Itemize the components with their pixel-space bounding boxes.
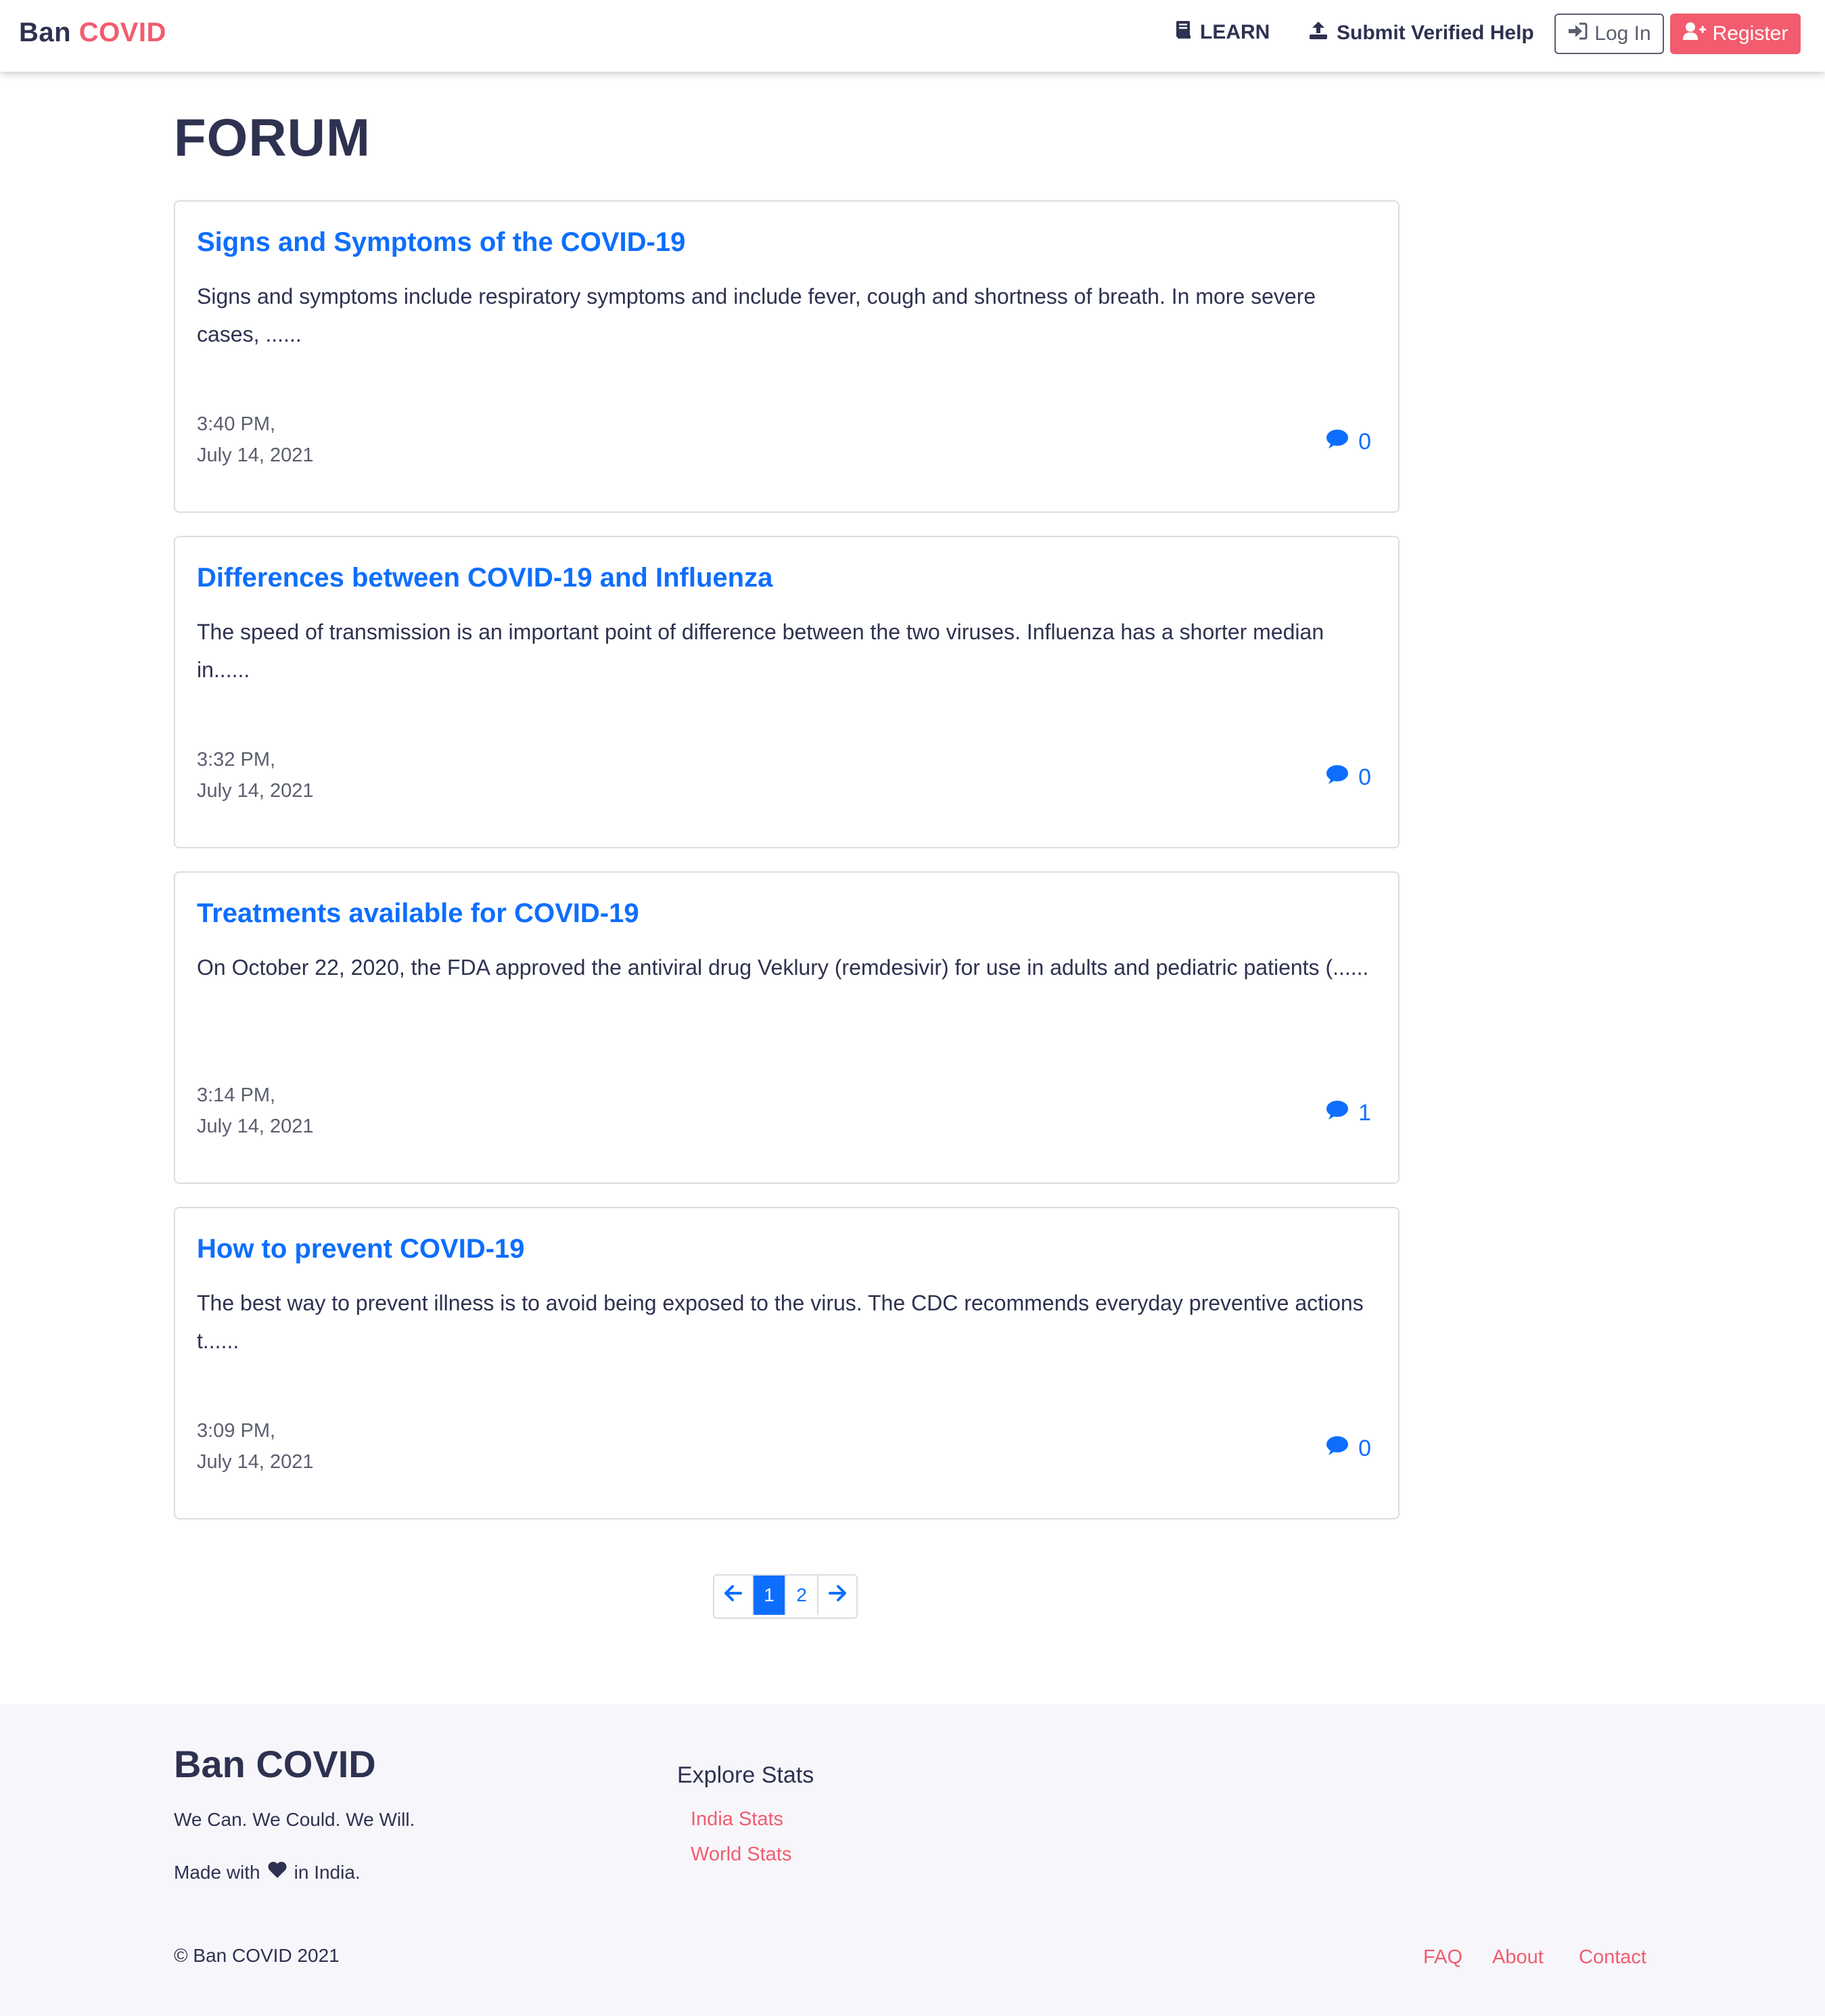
nav-learn-label: LEARN [1200, 21, 1270, 43]
footer-made-with: Made with in India. [174, 1861, 361, 1883]
brand-accent: COVID [78, 18, 166, 47]
brand-logo[interactable]: Ban COVID [19, 18, 166, 48]
post-title-link[interactable]: Signs and Symptoms of the COVID-19 [197, 227, 685, 258]
made-suffix: in India. [294, 1861, 361, 1883]
comment-count-value: 0 [1358, 429, 1371, 455]
post-date: July 14, 2021 [197, 1451, 314, 1473]
heart-icon [267, 1861, 287, 1883]
india-stats-link[interactable]: India Stats [691, 1808, 783, 1831]
page-title: FORUM [174, 108, 371, 167]
forum-post-card: How to prevent COVID-19 The best way to … [174, 1207, 1400, 1519]
comment-count[interactable]: 0 [1326, 1436, 1371, 1462]
faq-link[interactable]: FAQ [1423, 1946, 1462, 1969]
book-icon [1176, 20, 1192, 45]
login-button[interactable]: Log In [1554, 14, 1664, 54]
brand-name: Ban [19, 18, 72, 47]
forum-post-card: Signs and Symptoms of the COVID-19 Signs… [174, 200, 1400, 513]
post-date: July 14, 2021 [197, 1116, 314, 1137]
footer-brand: Ban COVID [174, 1743, 376, 1785]
arrow-right-icon [829, 1584, 846, 1606]
comment-icon [1326, 1100, 1349, 1126]
page-1-button[interactable]: 1 [754, 1576, 786, 1615]
post-date: July 14, 2021 [197, 444, 314, 466]
post-timestamp: 3:40 PM, July 14, 2021 [197, 409, 314, 471]
arrow-left-icon [724, 1584, 742, 1606]
comment-count-value: 1 [1358, 1100, 1371, 1126]
nav-submit-help-link[interactable]: Submit Verified Help [1308, 20, 1534, 46]
pagination: 1 2 [713, 1574, 858, 1619]
next-page-button[interactable] [818, 1576, 856, 1615]
post-time: 3:40 PM, [197, 413, 276, 435]
copyright: © Ban COVID 2021 [174, 1945, 340, 1966]
nav-submit-label: Submit Verified Help [1337, 22, 1534, 44]
post-title-link[interactable]: Treatments available for COVID-19 [197, 898, 639, 929]
comment-count[interactable]: 0 [1326, 764, 1371, 791]
post-title-link[interactable]: How to prevent COVID-19 [197, 1234, 525, 1264]
comment-icon [1326, 1436, 1349, 1462]
post-title-link[interactable]: Differences between COVID-19 and Influen… [197, 563, 772, 593]
post-excerpt: The speed of transmission is an importan… [197, 620, 1324, 682]
page-2-button[interactable]: 2 [786, 1576, 818, 1615]
footer-tagline: We Can. We Could. We Will. [174, 1809, 415, 1830]
upload-icon [1308, 20, 1329, 46]
sign-in-icon [1567, 22, 1588, 45]
post-timestamp: 3:09 PM, July 14, 2021 [197, 1415, 314, 1477]
nav-learn-link[interactable]: LEARN [1176, 20, 1270, 45]
forum-post-card: Treatments available for COVID-19 On Oct… [174, 871, 1400, 1184]
post-excerpt: Signs and symptoms include respiratory s… [197, 284, 1316, 346]
comment-count[interactable]: 0 [1326, 429, 1371, 455]
post-timestamp: 3:14 PM, July 14, 2021 [197, 1080, 314, 1142]
comment-count-value: 0 [1358, 764, 1371, 790]
made-prefix: Made with [174, 1861, 260, 1883]
comment-icon [1326, 764, 1349, 791]
comment-count-value: 0 [1358, 1436, 1371, 1461]
world-stats-link[interactable]: World Stats [691, 1843, 791, 1866]
register-button[interactable]: Register [1670, 14, 1801, 54]
register-label: Register [1712, 22, 1788, 45]
user-plus-icon [1682, 22, 1706, 46]
post-excerpt: On October 22, 2020, the FDA approved th… [197, 955, 1369, 980]
explore-stats-heading: Explore Stats [677, 1762, 814, 1788]
about-link[interactable]: About [1492, 1946, 1544, 1969]
post-time: 3:09 PM, [197, 1420, 276, 1442]
post-timestamp: 3:32 PM, July 14, 2021 [197, 744, 314, 806]
post-excerpt: The best way to prevent illness is to av… [197, 1291, 1364, 1353]
site-footer: Ban COVID We Can. We Could. We Will. Mad… [0, 1704, 1825, 2016]
login-label: Log In [1594, 22, 1651, 45]
comment-icon [1326, 429, 1349, 455]
post-time: 3:14 PM, [197, 1084, 276, 1106]
post-date: July 14, 2021 [197, 780, 314, 802]
comment-count[interactable]: 1 [1326, 1100, 1371, 1126]
forum-post-card: Differences between COVID-19 and Influen… [174, 536, 1400, 848]
previous-page-button[interactable] [714, 1576, 754, 1615]
top-navbar: Ban COVID LEARN Submit Verified Help Log… [0, 0, 1825, 72]
contact-link[interactable]: Contact [1579, 1946, 1646, 1969]
post-time: 3:32 PM, [197, 749, 276, 771]
